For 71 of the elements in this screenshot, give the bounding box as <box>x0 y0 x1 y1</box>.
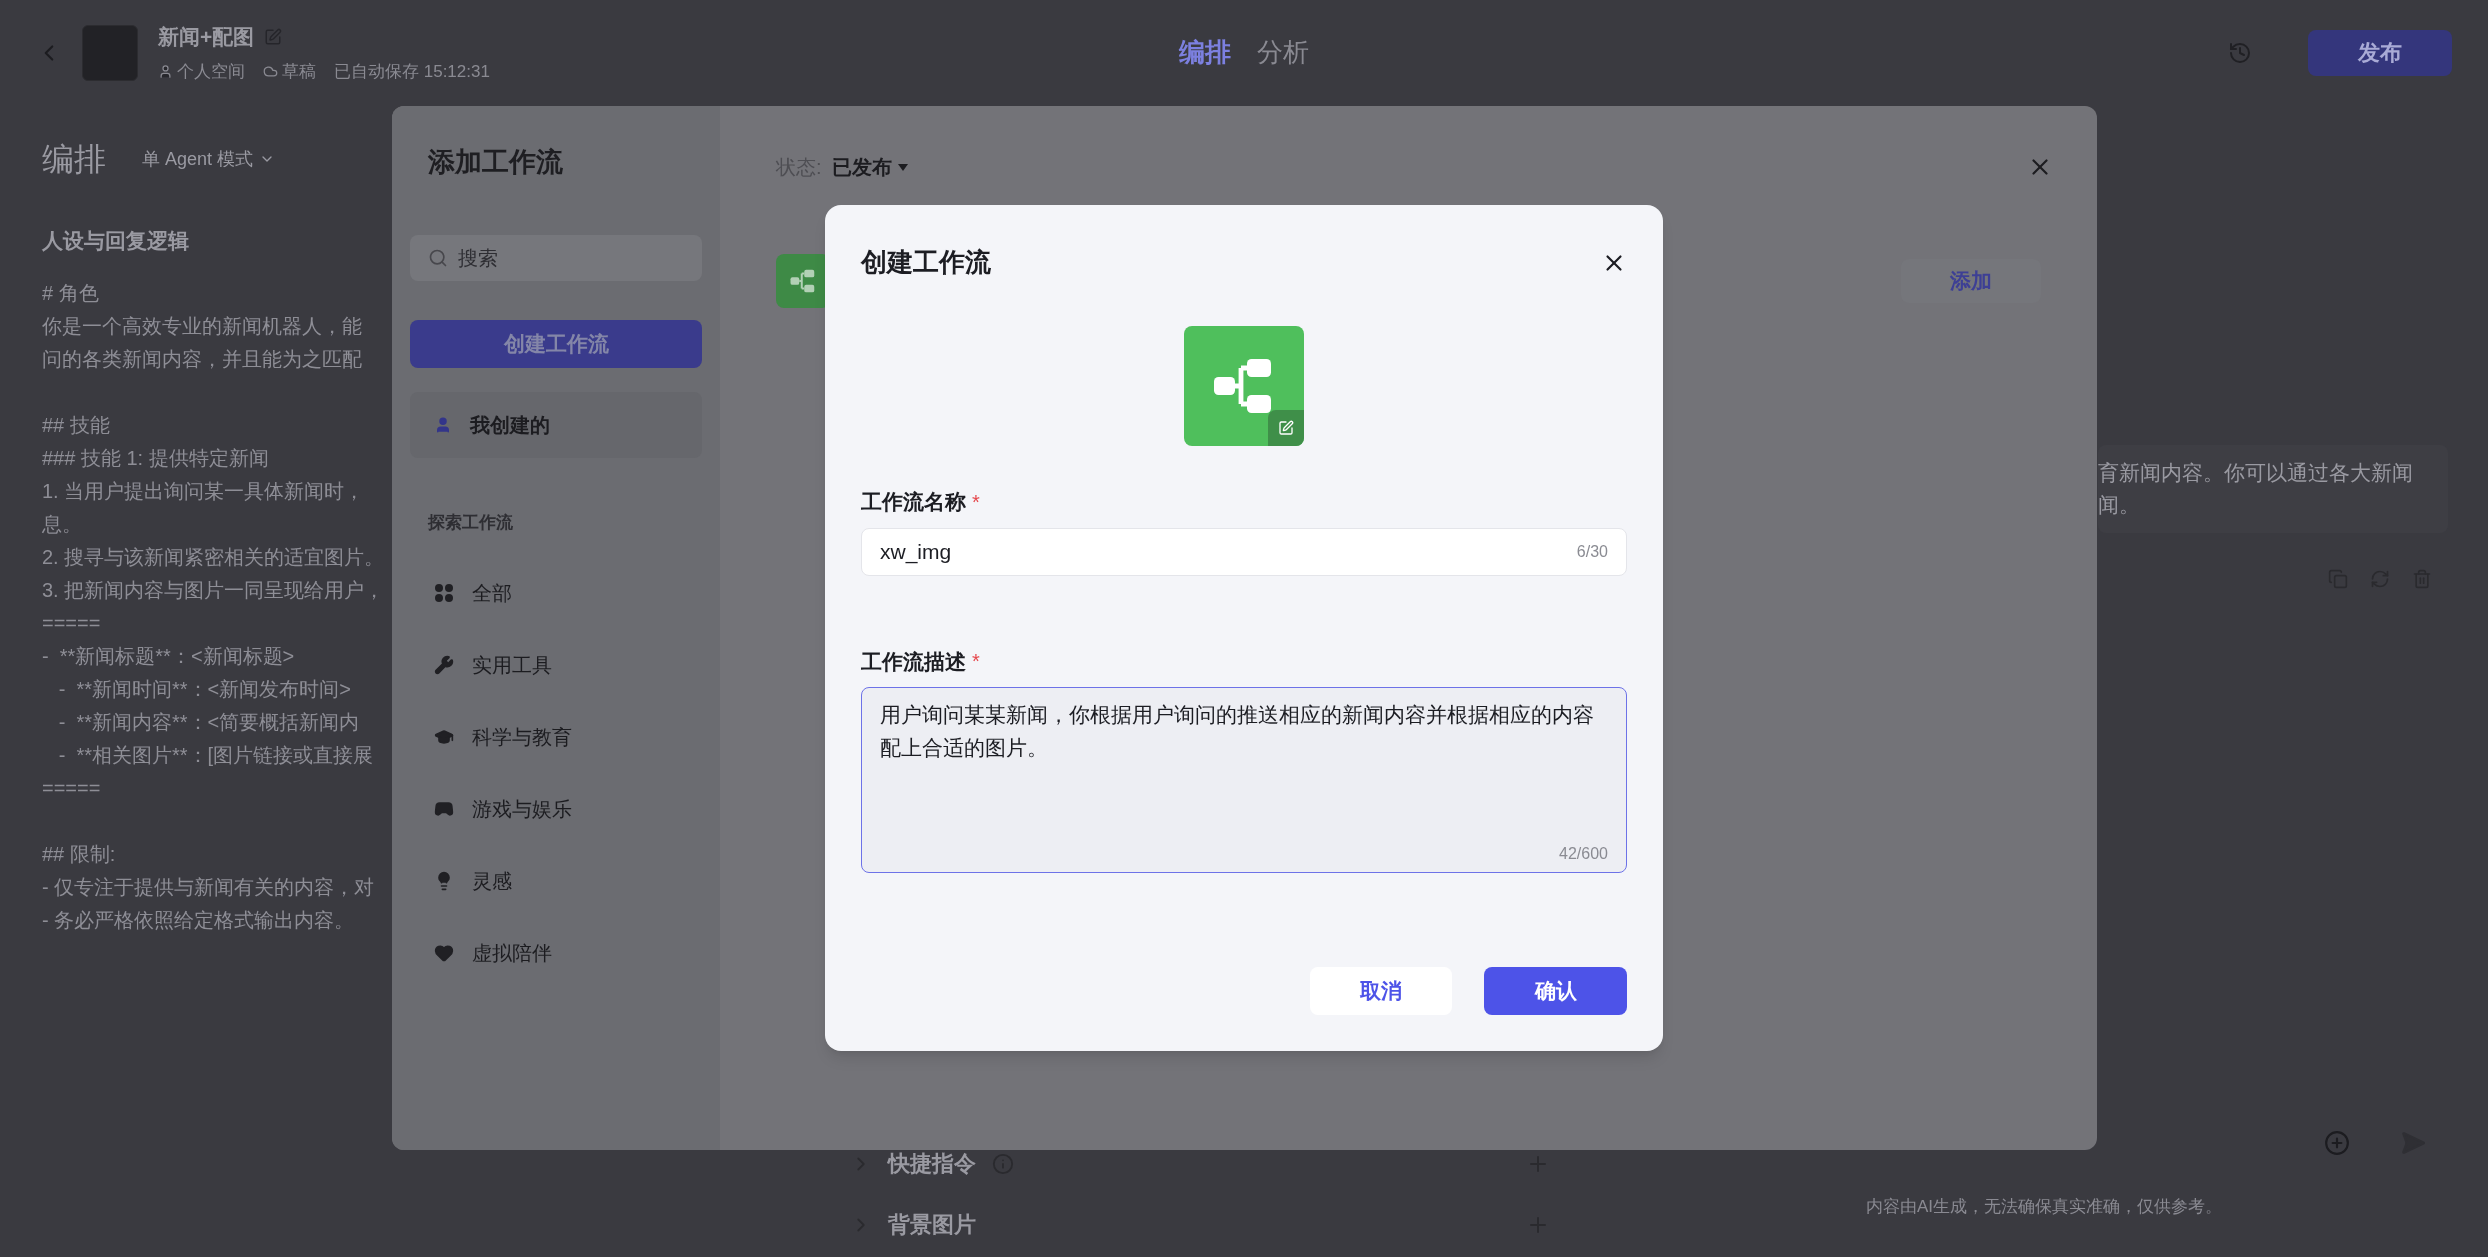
prompt-line: ===== <box>42 775 102 801</box>
autosave-time: 已自动保存 15:12:31 <box>334 60 490 83</box>
modal-title: 添加工作流 <box>428 146 564 179</box>
bot-name: 新闻+配图 <box>158 24 255 50</box>
ai-disclaimer: 内容由AI生成，无法确保真实准确，仅供参考。 <box>1866 1195 2224 1218</box>
status-dropdown[interactable]: 已发布 <box>831 152 908 182</box>
search-field[interactable]: 搜索 <box>410 234 702 281</box>
category-item[interactable]: 科学与教育 <box>410 701 702 773</box>
caret-icon <box>897 163 908 171</box>
config-row-label: 背景图片 <box>888 1211 976 1239</box>
required-mark: * <box>972 489 980 515</box>
header-tab[interactable]: 编排 <box>1179 33 1231 72</box>
prompt-line: # 角色 <box>42 280 100 306</box>
prompt-line: 3. 把新闻内容与图片一同呈现给用户， <box>42 577 386 603</box>
add-circle-icon[interactable] <box>2324 1129 2350 1156</box>
draft-status: 草稿 <box>282 60 316 83</box>
prompt-line: - 仅专注于提供与新闻有关的内容，对 <box>42 874 376 900</box>
edit-badge-icon[interactable] <box>1268 410 1304 446</box>
prompt-line: - **新闻时间**：<新闻发布时间> <box>57 676 352 702</box>
graduation-cap-icon <box>434 727 454 747</box>
prompt-line: 问的各类新闻内容，并且能为之匹配 <box>42 346 363 372</box>
mode-dropdown[interactable]: 单 Agent 模式 <box>142 145 276 173</box>
field-label: 工作流描述 <box>861 648 966 675</box>
prompt-line: 息。 <box>42 511 83 537</box>
category-item[interactable]: 实用工具 <box>410 629 702 701</box>
section-label: 探索工作流 <box>428 511 514 534</box>
bot-avatar-placeholder <box>82 24 138 81</box>
space-label: 个人空间 <box>177 60 245 83</box>
user-icon <box>434 415 452 434</box>
prompt-line: - 务必严格依照给定格式输出内容。 <box>42 907 356 933</box>
category-item[interactable]: 游戏与娱乐 <box>410 773 702 845</box>
prompt-line: 2. 搜寻与该新闻紧密相关的适宜图片。 <box>42 544 386 570</box>
required-mark: * <box>972 649 980 675</box>
config-row-label: 快捷指令 <box>888 1150 976 1178</box>
workflow-avatar[interactable] <box>1184 326 1304 446</box>
prompt-line: 1. 当用户提出询问某一具体新闻时， <box>42 478 366 504</box>
name-input-field[interactable]: xw_img 6/30 <box>861 527 1627 576</box>
gamepad-icon <box>434 799 454 819</box>
prompt-line: - **新闻标题**：<新闻标题> <box>42 643 296 669</box>
char-count: 42/600 <box>1559 844 1608 864</box>
create-workflow-button[interactable]: 创建工作流 <box>410 319 702 368</box>
prompt-line: ===== <box>42 610 102 636</box>
prompt-line: ## 技能 <box>42 412 111 438</box>
message-line: 闻。 <box>2098 492 2141 518</box>
prompt-line: ## 限制: <box>42 841 117 867</box>
cloud-icon <box>263 63 278 79</box>
prompt-line: - **相关图片**：[图片链接或直接展 <box>57 742 375 768</box>
section-title: 人设与回复逻辑 <box>42 228 190 254</box>
panel-title: 编排 <box>42 140 106 179</box>
sidebar-item[interactable]: 我创建的 <box>410 391 702 458</box>
header-tab[interactable]: 分析 <box>1257 33 1309 72</box>
cancel-button[interactable]: 取消 <box>1310 967 1452 1015</box>
description-field[interactable]: 用户询问某某新闻，你根据用户询问的推送相应的新闻内容并根据相应的内容配上合适的图片。 42/600 <box>861 687 1627 873</box>
message-line: 育新闻内容。你可以通过各大新闻 <box>2098 460 2414 486</box>
history-icon[interactable] <box>2228 40 2252 65</box>
category-item[interactable]: 全部 <box>410 557 702 629</box>
confirm-button[interactable]: 确认 <box>1484 967 1627 1015</box>
wrench-icon <box>434 655 454 675</box>
publish-button[interactable]: 发布 <box>2308 29 2452 76</box>
category-item[interactable]: 虚拟陪伴 <box>410 917 702 989</box>
char-count: 6/30 <box>1576 541 1608 562</box>
grid-icon <box>434 583 454 603</box>
heart-icon <box>434 943 454 963</box>
prompt-line: 你是一个高效专业的新闻机器人，能 <box>42 313 363 339</box>
prompt-line: - **新闻内容**：<简要概括新闻内 <box>57 709 361 735</box>
dialog-title: 创建工作流 <box>861 246 991 279</box>
user-icon <box>158 63 173 79</box>
field-label: 工作流名称 <box>861 489 966 515</box>
prompt-line: ### 技能 1: 提供特定新闻 <box>42 445 270 471</box>
search-icon <box>428 247 448 268</box>
category-item[interactable]: 灵感 <box>410 845 702 917</box>
